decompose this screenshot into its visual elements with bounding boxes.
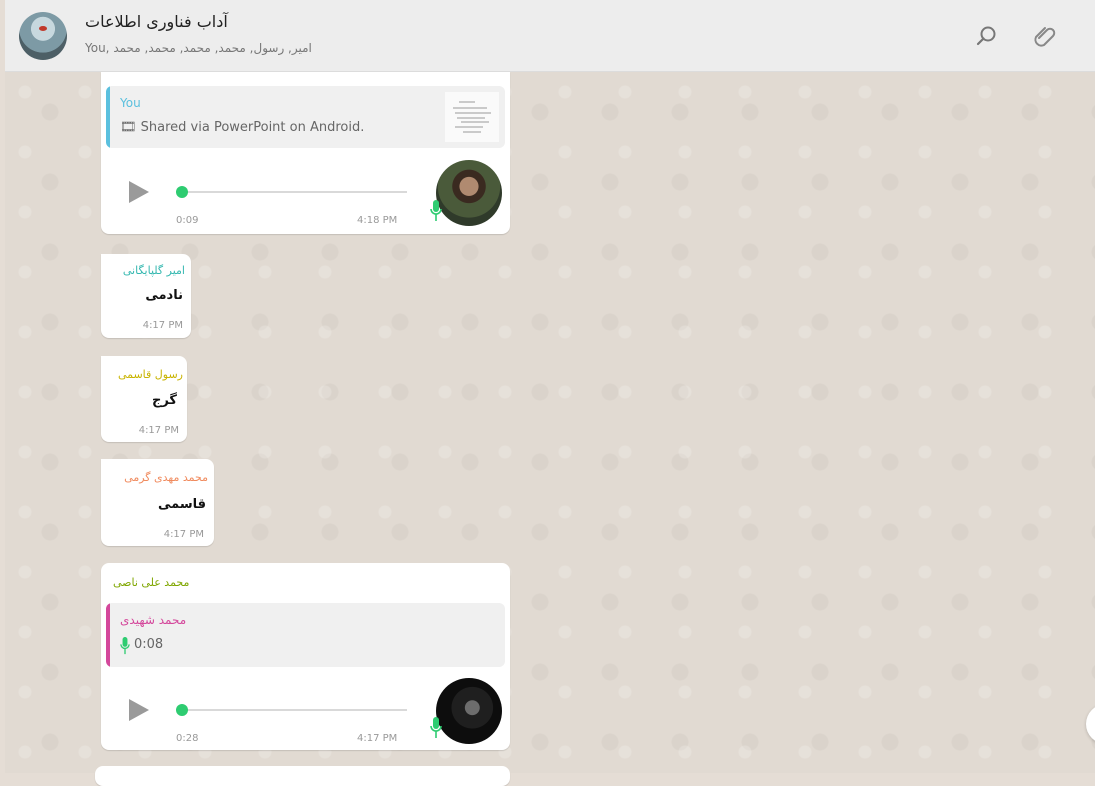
message-time: 4:17 PM <box>357 733 398 744</box>
message-bubble[interactable] <box>95 766 510 786</box>
message-bubble[interactable]: محمد علی ناصی محمد شهیدی 0:08 0:28 4:17 … <box>101 563 510 750</box>
message-time: 4:17 PM <box>142 320 183 331</box>
quoted-message[interactable]: محمد شهیدی 0:08 <box>106 603 505 667</box>
quote-author: You <box>120 96 141 110</box>
message-bubble[interactable]: You 🎞 Shared via PowerPoint on Android. … <box>101 72 510 234</box>
chat-header: آداب فناوری اطلاعات You, امیر, رسول, محم… <box>5 0 1095 72</box>
audio-duration: 0:28 <box>176 733 199 744</box>
quoted-message[interactable]: You 🎞 Shared via PowerPoint on Android. <box>106 86 505 148</box>
mic-icon <box>430 717 442 739</box>
audio-progress-knob[interactable] <box>176 186 188 198</box>
message-text: نادمی <box>145 288 183 303</box>
message-time: 4:17 PM <box>163 529 204 540</box>
message-bubble[interactable]: محمد مهدی گرمی قاسمی 4:17 PM <box>101 459 214 546</box>
play-button[interactable] <box>129 181 149 203</box>
message-time: 4:18 PM <box>357 215 398 226</box>
audio-progress-track[interactable] <box>181 709 407 711</box>
sender-avatar <box>436 160 502 226</box>
message-bubble[interactable]: رسول قاسمی گرج 4:17 PM <box>101 356 187 442</box>
sender-name[interactable]: محمد مهدی گرمی <box>124 471 208 484</box>
message-text: گرج <box>151 393 177 408</box>
group-avatar[interactable] <box>19 12 67 60</box>
quote-thumbnail <box>445 92 499 142</box>
quote-text: 0:08 <box>134 637 164 652</box>
play-button[interactable] <box>129 699 149 721</box>
search-icon[interactable] <box>973 22 1001 50</box>
audio-duration: 0:09 <box>176 215 199 226</box>
paperclip-icon[interactable] <box>1031 22 1059 50</box>
sender-name[interactable]: امیر گلپایگانی <box>123 264 185 277</box>
group-participants: You, امیر, رسول, محمد, محمد, محمد, محمد <box>85 41 312 55</box>
mic-icon <box>120 637 130 659</box>
message-bubble[interactable]: امیر گلپایگانی نادمی 4:17 PM <box>101 254 191 338</box>
message-text: قاسمی <box>157 497 206 512</box>
message-time: 4:17 PM <box>138 425 179 436</box>
sender-name[interactable]: رسول قاسمی <box>118 368 183 381</box>
sender-name[interactable]: محمد علی ناصی <box>113 576 189 589</box>
group-title[interactable]: آداب فناوری اطلاعات <box>85 12 228 31</box>
audio-progress-knob[interactable] <box>176 704 188 716</box>
quote-author: محمد شهیدی <box>120 613 187 627</box>
sender-avatar <box>436 678 502 744</box>
audio-progress-track[interactable] <box>181 191 407 193</box>
mic-icon <box>430 200 442 222</box>
quote-text: 🎞 Shared via PowerPoint on Android. <box>120 120 365 135</box>
